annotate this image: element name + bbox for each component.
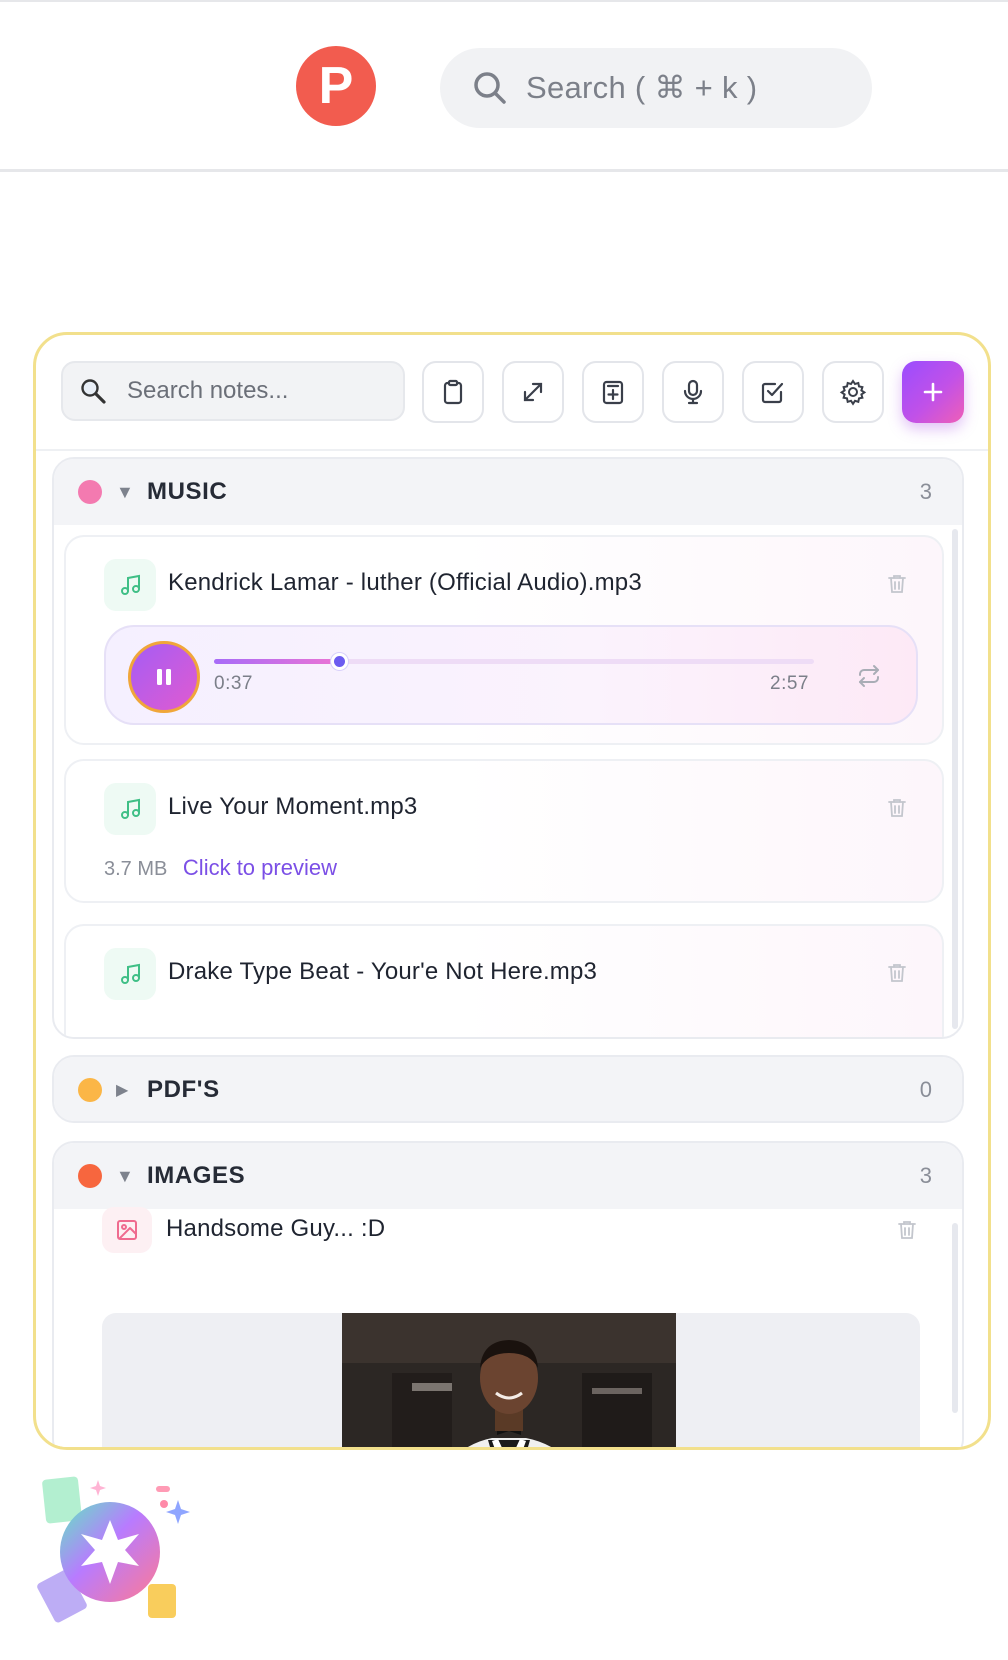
category-scrollbar[interactable]	[952, 529, 958, 1029]
settings-button[interactable]	[822, 361, 884, 423]
expand-button[interactable]	[502, 361, 564, 423]
category-list: ▼ MUSIC 3 Kendrick Lamar - luther (Offic…	[36, 451, 988, 1447]
clipboard-button[interactable]	[422, 361, 484, 423]
global-search-placeholder: Search ( ⌘ + k )	[526, 70, 758, 105]
trash-icon[interactable]	[896, 1219, 918, 1241]
image-preview[interactable]	[102, 1313, 920, 1447]
progress-track[interactable]	[214, 653, 814, 670]
note-title: Kendrick Lamar - luther (Official Audio)…	[168, 569, 642, 596]
category-count: 3	[919, 1163, 932, 1188]
microphone-icon	[683, 379, 703, 405]
music-note-icon	[104, 948, 156, 1000]
category-pdfs: ▶ PDF'S 0	[52, 1055, 964, 1123]
category-name: IMAGES	[147, 1162, 246, 1189]
music-note-icon	[104, 783, 156, 835]
clipboard-icon	[443, 379, 463, 405]
app-logo[interactable]: P	[296, 46, 376, 126]
trash-icon[interactable]	[886, 962, 908, 984]
caret-right-icon[interactable]: ▶	[116, 1080, 128, 1100]
trash-icon[interactable]	[886, 573, 908, 595]
category-music: ▼ MUSIC 3 Kendrick Lamar - luther (Offic…	[52, 457, 964, 1039]
notes-search-input[interactable]	[127, 377, 347, 405]
category-count: 0	[919, 1077, 932, 1102]
checklist-button[interactable]	[742, 361, 804, 423]
note-card[interactable]: Drake Type Beat - Your'e Not Here.mp3	[64, 924, 944, 1037]
note-card[interactable]: Live Your Moment.mp3 3.7 MB Click to pre…	[64, 759, 944, 903]
category-color-dot	[78, 1164, 102, 1188]
file-size: 3.7 MB	[104, 858, 168, 880]
new-note-icon	[602, 380, 624, 405]
note-title: Drake Type Beat - Your'e Not Here.mp3	[168, 958, 598, 985]
pause-button[interactable]	[128, 641, 200, 713]
magnifier-icon	[81, 379, 106, 404]
category-name: MUSIC	[147, 478, 228, 505]
note-title: Live Your Moment.mp3	[168, 793, 418, 820]
category-scrollbar[interactable]	[952, 1223, 958, 1413]
trash-icon[interactable]	[886, 797, 908, 819]
audio-player: 0:37 2:57	[104, 625, 918, 725]
caret-down-icon[interactable]: ▼	[116, 482, 134, 503]
pause-icon	[157, 669, 171, 685]
category-name: PDF'S	[147, 1076, 220, 1103]
global-search-bar[interactable]: Search ( ⌘ + k )	[440, 48, 872, 128]
duration-time: 2:57	[770, 673, 809, 694]
window-corner	[0, 1638, 22, 1660]
file-meta: 3.7 MB Click to preview	[104, 855, 337, 881]
notes-search[interactable]	[61, 361, 405, 421]
current-time: 0:37	[214, 673, 253, 694]
preview-link[interactable]: Click to preview	[183, 855, 337, 880]
expand-icon	[523, 382, 543, 402]
voice-note-button[interactable]	[662, 361, 724, 423]
progress-knob[interactable]	[331, 653, 349, 670]
add-note-button[interactable]	[902, 361, 964, 423]
notes-panel: ▼ MUSIC 3 Kendrick Lamar - luther (Offic…	[33, 332, 991, 1450]
category-images: ▼ IMAGES 3 Handsome Guy... :D	[52, 1141, 964, 1447]
new-note-button[interactable]	[582, 361, 644, 423]
category-header-images[interactable]: ▼ IMAGES 3	[54, 1143, 962, 1209]
note-title: Handsome Guy... :D	[166, 1215, 386, 1242]
category-header-pdfs[interactable]: ▶ PDF'S 0	[54, 1057, 962, 1121]
notes-toolbar	[36, 335, 988, 451]
category-count: 3	[919, 479, 932, 504]
progress-fill	[214, 659, 340, 664]
repeat-icon[interactable]	[856, 663, 882, 689]
plus-icon	[923, 382, 943, 402]
portrait-photo	[342, 1313, 676, 1447]
top-bar: P Search ( ⌘ + k )	[0, 0, 1008, 172]
note-card[interactable]: Kendrick Lamar - luther (Official Audio)…	[64, 535, 944, 745]
caret-down-icon[interactable]: ▼	[116, 1166, 134, 1187]
ai-launcher-button[interactable]	[36, 1464, 206, 1634]
category-header-music[interactable]: ▼ MUSIC 3	[54, 459, 962, 525]
image-file-icon	[102, 1207, 152, 1253]
music-note-icon	[104, 559, 156, 611]
category-color-dot	[78, 1078, 102, 1102]
checkbox-icon	[761, 382, 784, 404]
category-color-dot	[78, 480, 102, 504]
search-icon	[474, 72, 506, 104]
gear-icon	[839, 379, 867, 406]
